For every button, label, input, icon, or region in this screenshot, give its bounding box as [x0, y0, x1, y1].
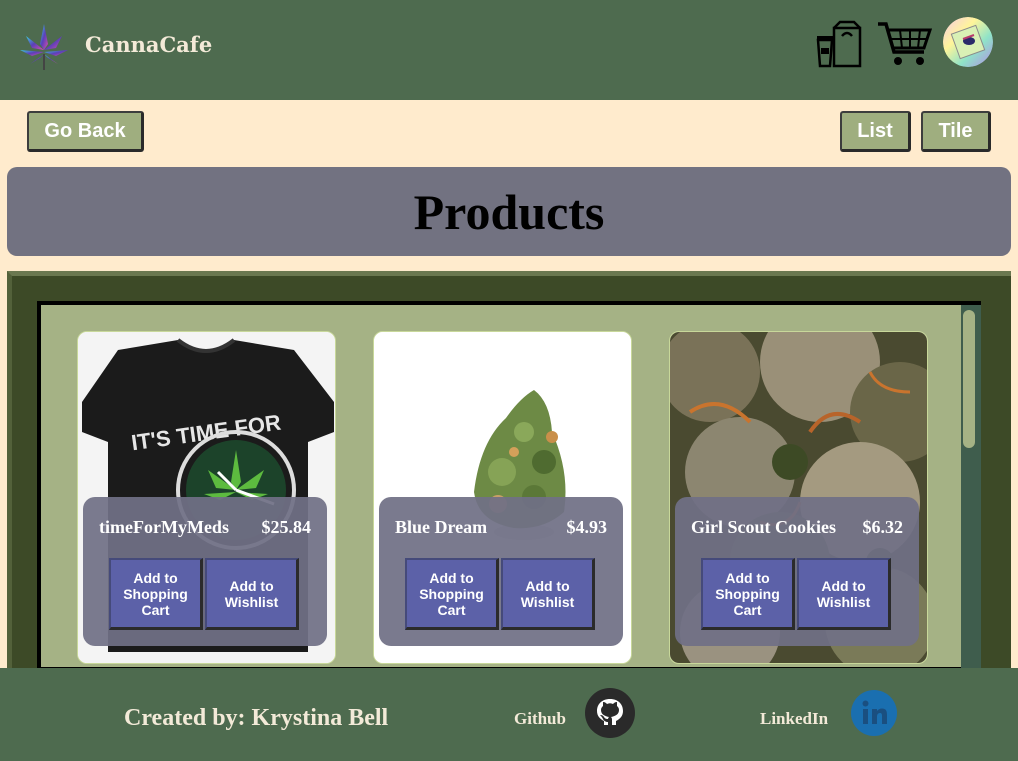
product-price: $25.84 [261, 517, 312, 537]
shopping-cart-icon[interactable] [876, 18, 932, 68]
product-info-overlay: timeForMyMeds $25.84 Add to Shopping Car… [83, 497, 327, 646]
add-to-cart-button[interactable]: Add to Shopping Cart [405, 558, 499, 630]
add-to-wishlist-button[interactable]: Add to Wishlist [501, 558, 595, 630]
scrollbar-thumb[interactable] [963, 310, 975, 448]
product-card: Girl Scout Cookies $6.32 Add to Shopping… [669, 331, 928, 664]
page-title: Products [413, 183, 605, 240]
creator-credit: Created by: Krystina Bell [124, 705, 389, 731]
product-card: Blue Dream $4.93 Add to Shopping Cart Ad… [373, 331, 632, 664]
product-name[interactable]: Girl Scout Cookies [691, 517, 836, 538]
github-icon[interactable] [585, 688, 635, 738]
cannabis-logo-icon[interactable] [18, 22, 70, 72]
product-price: $6.32 [862, 517, 904, 537]
page-title-banner: Products [7, 167, 1011, 256]
linkedin-icon[interactable] [851, 690, 897, 736]
user-avatar[interactable] [943, 17, 993, 67]
product-price: $4.93 [566, 517, 608, 537]
list-view-button[interactable]: List [840, 111, 911, 152]
product-info-overlay: Girl Scout Cookies $6.32 Add to Shopping… [675, 497, 919, 646]
go-back-button[interactable]: Go Back [27, 111, 144, 152]
product-name[interactable]: timeForMyMeds [99, 517, 229, 538]
product-name[interactable]: Blue Dream [395, 517, 487, 538]
add-to-wishlist-button[interactable]: Add to Wishlist [797, 558, 891, 630]
coffee-bag-icon[interactable] [814, 20, 864, 70]
footer: Created by: Krystina Bell Github LinkedI… [0, 668, 1018, 761]
brand-name[interactable]: CannaCafe [85, 32, 212, 57]
product-card: IT'S TIME FOR timeForMyMeds $25.84 Add t… [77, 331, 336, 664]
add-to-wishlist-button[interactable]: Add to Wishlist [205, 558, 299, 630]
add-to-cart-button[interactable]: Add to Shopping Cart [701, 558, 795, 630]
header: CannaCafe [0, 0, 1018, 100]
add-to-cart-button[interactable]: Add to Shopping Cart [109, 558, 203, 630]
linkedin-label: LinkedIn [760, 709, 829, 728]
github-label: Github [514, 709, 566, 728]
tile-view-button[interactable]: Tile [921, 111, 991, 152]
product-info-overlay: Blue Dream $4.93 Add to Shopping Cart Ad… [379, 497, 623, 646]
